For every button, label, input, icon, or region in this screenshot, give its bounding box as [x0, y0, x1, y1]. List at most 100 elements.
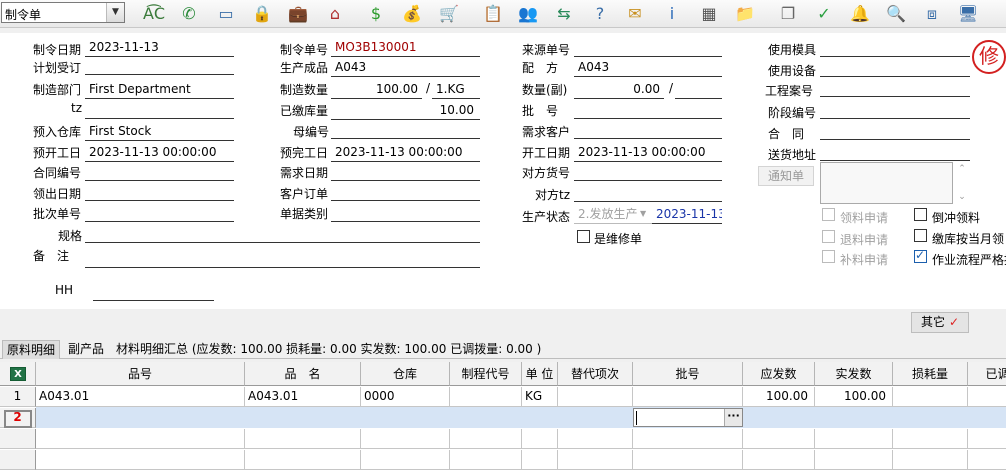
demand-date-field[interactable]	[331, 163, 480, 181]
phone-icon[interactable]: ✆	[177, 2, 201, 26]
cell-loss-qty[interactable]	[893, 450, 968, 470]
cell-process-code[interactable]	[450, 429, 522, 449]
qty-sub-unit-field[interactable]	[675, 81, 722, 99]
col-header-actual-qty[interactable]: 实发数	[815, 362, 893, 386]
excel-export-icon[interactable]: X	[10, 367, 26, 381]
lot-no-cell-editor[interactable]: ···	[633, 408, 743, 427]
col-header-process-code[interactable]: 制程代号	[450, 362, 522, 386]
notice-textarea[interactable]	[820, 162, 953, 204]
cell-alt-seq[interactable]	[558, 450, 633, 470]
equipment-field[interactable]	[820, 59, 970, 77]
cell-lot-no[interactable]	[633, 429, 743, 449]
doc-type-combo[interactable]: 制令单 ▼	[1, 2, 125, 23]
dept-field[interactable]: First Department	[85, 81, 234, 99]
plan-finish-field[interactable]: 2023-11-13 00:00:00	[331, 144, 480, 162]
dollar-icon[interactable]: $	[364, 2, 388, 26]
computer-icon[interactable]: ▭	[214, 2, 238, 26]
lock-icon[interactable]: 🔒	[250, 2, 274, 26]
copy-icon[interactable]: ❐	[776, 2, 800, 26]
col-header-item-name[interactable]: 品 名	[245, 362, 361, 386]
source-no-field[interactable]	[574, 39, 722, 57]
cell-item-no[interactable]	[36, 429, 245, 449]
chevron-down-icon[interactable]: ▼	[106, 3, 124, 22]
repair-order-checkbox[interactable]	[577, 230, 590, 243]
plan-order-field[interactable]	[85, 57, 234, 75]
remark-field[interactable]	[85, 250, 480, 268]
tz-field[interactable]	[85, 101, 234, 119]
cell-item-name[interactable]: A043.01	[245, 387, 361, 407]
cell-item-no[interactable]	[36, 450, 245, 470]
tab-materials[interactable]: 原料明细	[2, 340, 61, 359]
cell-process-code[interactable]	[450, 450, 522, 470]
hh-field[interactable]	[93, 283, 214, 301]
demand-customer-field[interactable]	[574, 121, 722, 139]
info-icon[interactable]: i	[660, 2, 684, 26]
cart-icon[interactable]: 🛒	[437, 2, 461, 26]
mold-field[interactable]	[820, 39, 970, 57]
col-header-item-no[interactable]: 品号	[36, 362, 245, 386]
bell-icon[interactable]: 🔔	[848, 2, 872, 26]
cell-item-name[interactable]	[245, 429, 361, 449]
users-icon[interactable]: 👥	[516, 2, 540, 26]
cell-issue-qty[interactable]	[743, 429, 815, 449]
org-chart-icon[interactable]: ⧈	[920, 2, 944, 26]
supplement-request-checkbox[interactable]	[822, 250, 835, 263]
cell-issue-qty[interactable]: 100.00	[743, 387, 815, 407]
mfg-unit-field[interactable]: 1.KG	[432, 81, 480, 99]
help-doc-icon[interactable]: ?	[588, 2, 612, 26]
col-header-alt-seq[interactable]: 替代项次	[558, 362, 633, 386]
mfg-qty-field[interactable]: 100.00	[331, 81, 422, 99]
cell-actual-qty[interactable]	[815, 429, 893, 449]
pick-date-field[interactable]	[85, 183, 234, 201]
briefcase-icon[interactable]: 💼	[286, 2, 310, 26]
row-number[interactable]	[0, 429, 36, 449]
other-button[interactable]: 其它 ✓	[911, 312, 969, 333]
contract-no-field[interactable]	[85, 163, 234, 181]
plan-start-field[interactable]: 2023-11-13 00:00:00	[85, 144, 234, 162]
return-request-checkbox[interactable]	[822, 230, 835, 243]
cell-unit[interactable]	[522, 450, 558, 470]
lookup-button[interactable]: ···	[724, 409, 742, 426]
row-number[interactable]: 1	[0, 387, 36, 407]
col-header-warehouse[interactable]: 仓库	[361, 362, 450, 386]
order-date-field[interactable]: 2023-11-13	[85, 39, 234, 57]
start-date-field[interactable]: 2023-11-13 00:00:00	[574, 144, 722, 162]
qty-sub-field[interactable]: 0.00	[574, 81, 664, 99]
formula-field[interactable]: A043	[574, 59, 722, 77]
strict-flow-checkbox[interactable]	[914, 248, 927, 263]
project-no-field[interactable]	[820, 79, 970, 97]
monitor-icon[interactable]: 🖥	[956, 2, 980, 26]
cell-unit[interactable]	[522, 429, 558, 449]
parent-no-field[interactable]	[331, 121, 480, 139]
exchange-icon[interactable]: ⇆	[552, 2, 576, 26]
cell-warehouse[interactable]: 0000	[361, 387, 450, 407]
cell-item-no[interactable]: A043.01	[36, 387, 245, 407]
col-header-unit[interactable]: 单 位	[522, 362, 558, 386]
cell-loss-qty[interactable]	[893, 387, 968, 407]
col-header-lot-no[interactable]: 批号	[633, 362, 743, 386]
col-header-loss-qty[interactable]: 损耗量	[893, 362, 968, 386]
cell-warehouse[interactable]	[361, 429, 450, 449]
cell-alt-seq[interactable]	[558, 387, 633, 407]
stocked-qty-field[interactable]: 10.00	[331, 102, 480, 120]
warehouse-field[interactable]: First Stock	[85, 123, 234, 141]
notice-scroll[interactable]: ⌃ ⌄	[956, 162, 968, 204]
spec-field[interactable]	[85, 225, 480, 243]
cell-warehouse[interactable]	[361, 450, 450, 470]
notice-button[interactable]: 通知单	[758, 166, 814, 186]
check-circle-icon[interactable]: ✓	[812, 2, 836, 26]
cell-actual-qty[interactable]	[815, 450, 893, 470]
cell-alt-seq[interactable]	[558, 429, 633, 449]
contract-field[interactable]	[820, 122, 970, 140]
row-number[interactable]	[0, 450, 36, 470]
cell-transferred-qty[interactable]	[968, 450, 1006, 470]
grid-corner[interactable]: X	[0, 362, 36, 386]
cell-item-name[interactable]	[245, 450, 361, 470]
batch-no-field[interactable]	[85, 204, 234, 222]
tab-material-summary[interactable]: 材料明细汇总 (应发数: 100.00 损耗量: 0.00 实发数: 100.0…	[112, 340, 545, 359]
product-field[interactable]: A043	[331, 59, 480, 77]
doc-category-field[interactable]	[331, 204, 480, 222]
col-header-transferred-qty[interactable]: 已调	[968, 362, 1006, 386]
cell-actual-qty[interactable]: 100.00	[815, 387, 893, 407]
customer-order-field[interactable]	[331, 183, 480, 201]
